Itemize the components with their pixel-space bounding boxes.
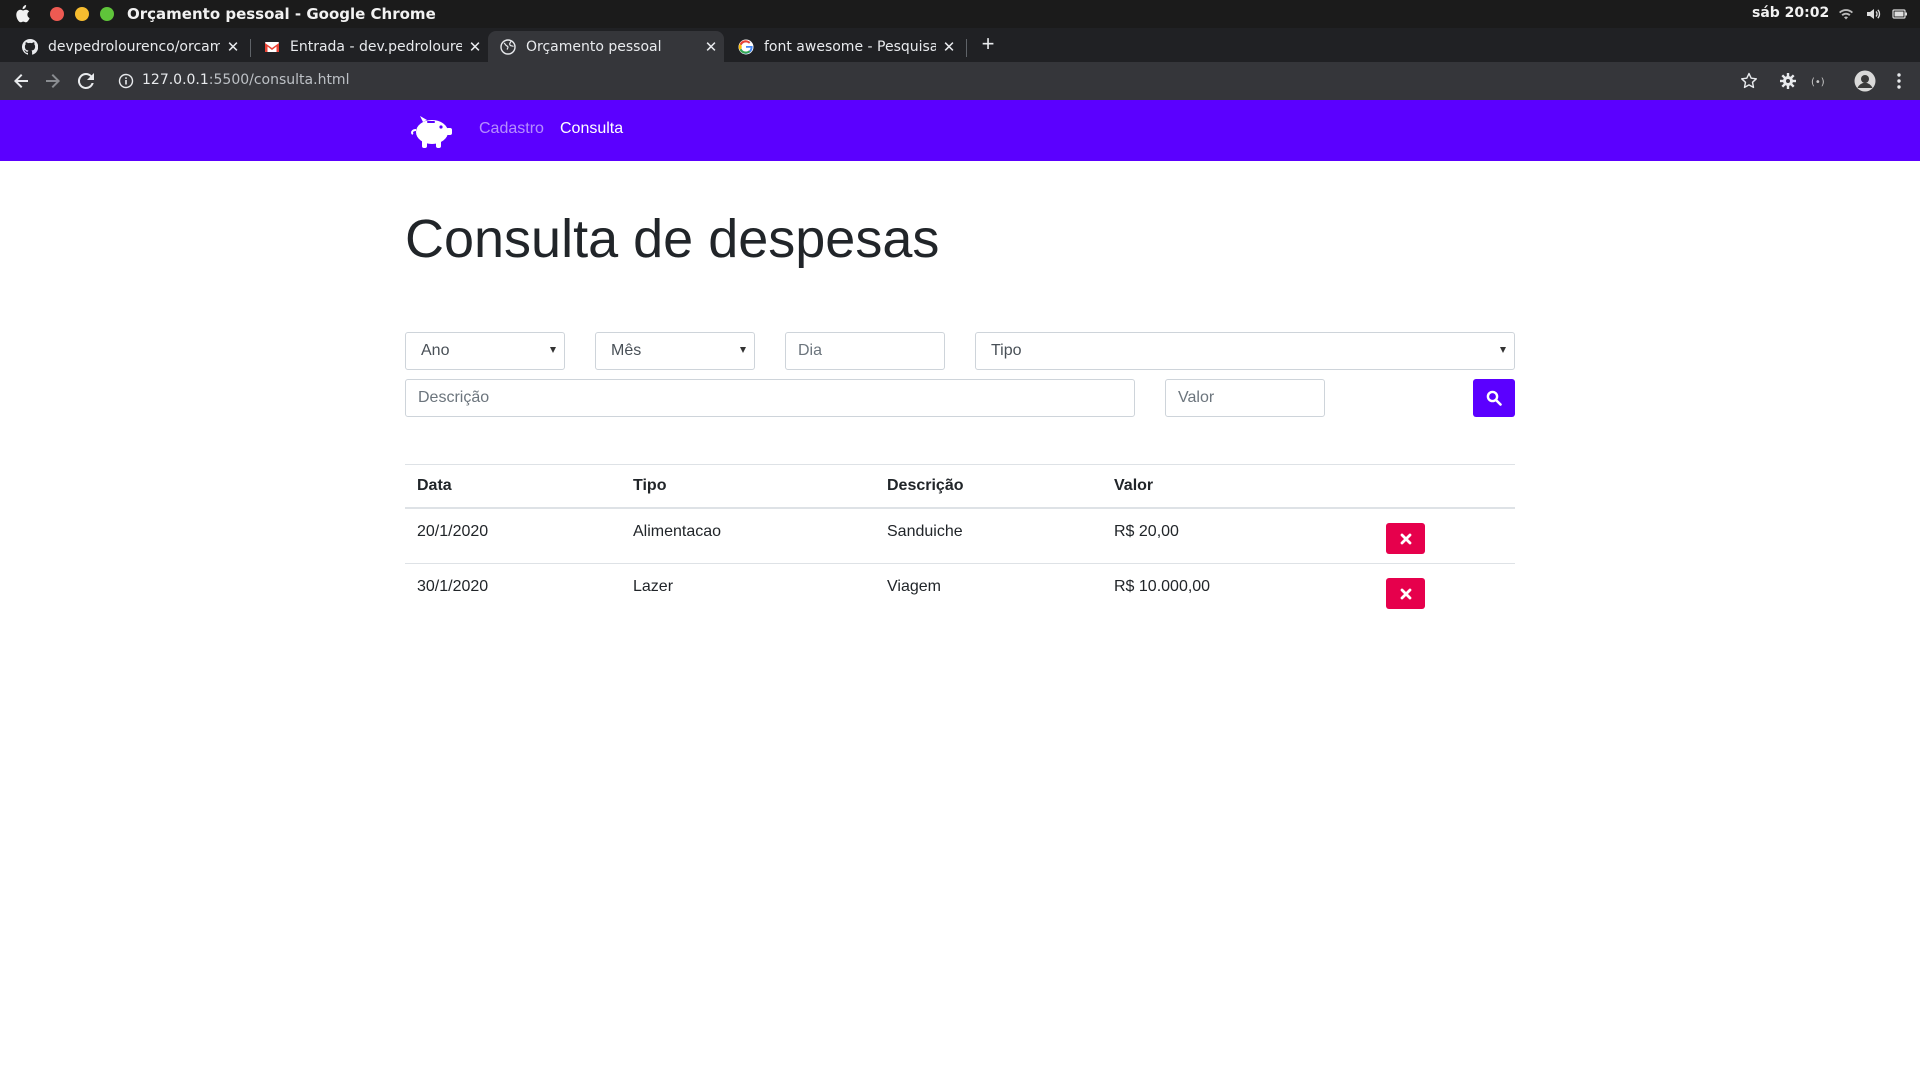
window-title: Orçamento pessoal - Google Chrome: [127, 5, 436, 23]
tab-orcamento-pessoal[interactable]: Orçamento pessoal ✕: [488, 31, 724, 62]
forward-arrow-icon[interactable]: [42, 70, 64, 92]
tab-gmail[interactable]: Entrada - dev.pedrolourenco ✕: [252, 31, 488, 62]
table-row: 30/1/2020 Lazer Viagem R$ 10.000,00: [405, 564, 1515, 619]
cell-data: 20/1/2020: [417, 523, 489, 540]
reload-icon[interactable]: [75, 70, 97, 92]
wifi-icon[interactable]: [1838, 7, 1854, 21]
window-minimize-button[interactable]: [75, 7, 89, 21]
browser-toolbar: 127.0.0.1:5500/consulta.html (•): [0, 62, 1920, 100]
mes-select-value: Mês: [611, 342, 642, 359]
gmail-icon: [265, 41, 279, 52]
cell-descricao: Viagem: [887, 578, 941, 595]
cell-valor: R$ 20,00: [1114, 523, 1179, 540]
chevron-down-icon: [550, 347, 556, 353]
mes-select[interactable]: Mês: [595, 332, 755, 370]
header-descricao: Descrição: [887, 477, 964, 494]
tab-label: font awesome - Pesquisa Google: [764, 38, 936, 55]
url-path: :5500/consulta.html: [208, 72, 350, 88]
app-navbar: Cadastro Consulta: [0, 100, 1920, 161]
star-icon[interactable]: [1738, 70, 1760, 92]
volume-icon[interactable]: [1865, 7, 1881, 21]
piggy-bank-icon[interactable]: [410, 112, 454, 150]
window-close-button[interactable]: [50, 7, 64, 21]
valor-placeholder: Valor: [1178, 389, 1215, 406]
header-valor: Valor: [1114, 477, 1154, 494]
os-top-bar: Orçamento pessoal - Google Chrome sáb 20…: [0, 0, 1920, 28]
extension-gear-icon[interactable]: [1777, 70, 1799, 92]
cell-data: 30/1/2020: [417, 578, 489, 595]
close-icon[interactable]: ✕: [220, 38, 246, 56]
dia-input[interactable]: Dia: [785, 332, 945, 370]
tab-google-search[interactable]: font awesome - Pesquisa Google ✕: [726, 31, 962, 62]
battery-icon[interactable]: [1892, 7, 1908, 21]
close-icon: [1400, 588, 1411, 599]
nav-link-cadastro[interactable]: Cadastro: [479, 120, 544, 138]
ano-select[interactable]: Ano: [405, 332, 565, 370]
google-icon: [738, 39, 754, 54]
back-arrow-icon[interactable]: [10, 70, 32, 92]
header-tipo: Tipo: [633, 477, 667, 494]
tab-separator: [966, 39, 967, 57]
descricao-input[interactable]: Descrição: [405, 379, 1135, 417]
tipo-select-value: Tipo: [991, 342, 1022, 359]
tipo-select[interactable]: Tipo: [975, 332, 1515, 370]
close-icon[interactable]: ✕: [462, 38, 488, 56]
header-data: Data: [417, 477, 452, 494]
url-host: 127.0.0.1: [142, 72, 209, 88]
new-tab-button[interactable]: +: [976, 32, 1000, 56]
chevron-down-icon: [1500, 347, 1506, 353]
cell-tipo: Alimentacao: [633, 523, 722, 540]
search-icon: [1486, 390, 1502, 406]
cell-valor: R$ 10.000,00: [1114, 578, 1211, 595]
close-icon[interactable]: ✕: [936, 38, 962, 56]
more-menu-icon[interactable]: [1888, 70, 1910, 92]
svg-text:(•): (•): [1811, 77, 1825, 88]
table-row: 20/1/2020 Alimentacao Sanduiche R$ 20,00: [405, 509, 1515, 564]
window-maximize-button[interactable]: [100, 7, 114, 21]
close-icon[interactable]: ✕: [698, 38, 724, 56]
delete-button[interactable]: [1386, 523, 1425, 554]
globe-icon: [500, 38, 516, 55]
system-clock[interactable]: sáb 20:02: [1752, 5, 1829, 21]
cast-icon[interactable]: (•): [1809, 70, 1831, 92]
apple-icon[interactable]: [14, 5, 30, 23]
tab-label: devpedrolourenco/orcamento: [48, 38, 220, 55]
page-title: Consulta de despesas: [405, 209, 940, 269]
chevron-down-icon: [740, 347, 746, 353]
url-text[interactable]: 127.0.0.1:5500/consulta.html: [142, 72, 349, 88]
tab-strip: devpedrolourenco/orcamento ✕ Entrada - d…: [0, 28, 1920, 62]
close-icon: [1400, 533, 1411, 544]
tab-label: Orçamento pessoal: [526, 38, 662, 55]
descricao-placeholder: Descrição: [418, 389, 490, 406]
ano-select-value: Ano: [421, 342, 450, 359]
github-icon: [22, 38, 38, 55]
delete-button[interactable]: [1386, 578, 1425, 609]
avatar[interactable]: [1854, 70, 1876, 92]
search-button[interactable]: [1473, 379, 1515, 417]
cell-descricao: Sanduiche: [887, 523, 963, 540]
tab-separator: [250, 39, 251, 57]
cell-tipo: Lazer: [633, 578, 674, 595]
info-icon[interactable]: [118, 73, 134, 89]
address-bar[interactable]: 127.0.0.1:5500/consulta.html: [108, 66, 1764, 96]
table-header-row: Data Tipo Descrição Valor: [405, 464, 1515, 509]
nav-link-consulta[interactable]: Consulta: [560, 120, 623, 138]
tab-github[interactable]: devpedrolourenco/orcamento ✕: [10, 31, 246, 62]
tab-label: Entrada - dev.pedrolourenco: [290, 38, 462, 55]
valor-input[interactable]: Valor: [1165, 379, 1325, 417]
dia-placeholder: Dia: [798, 342, 823, 359]
